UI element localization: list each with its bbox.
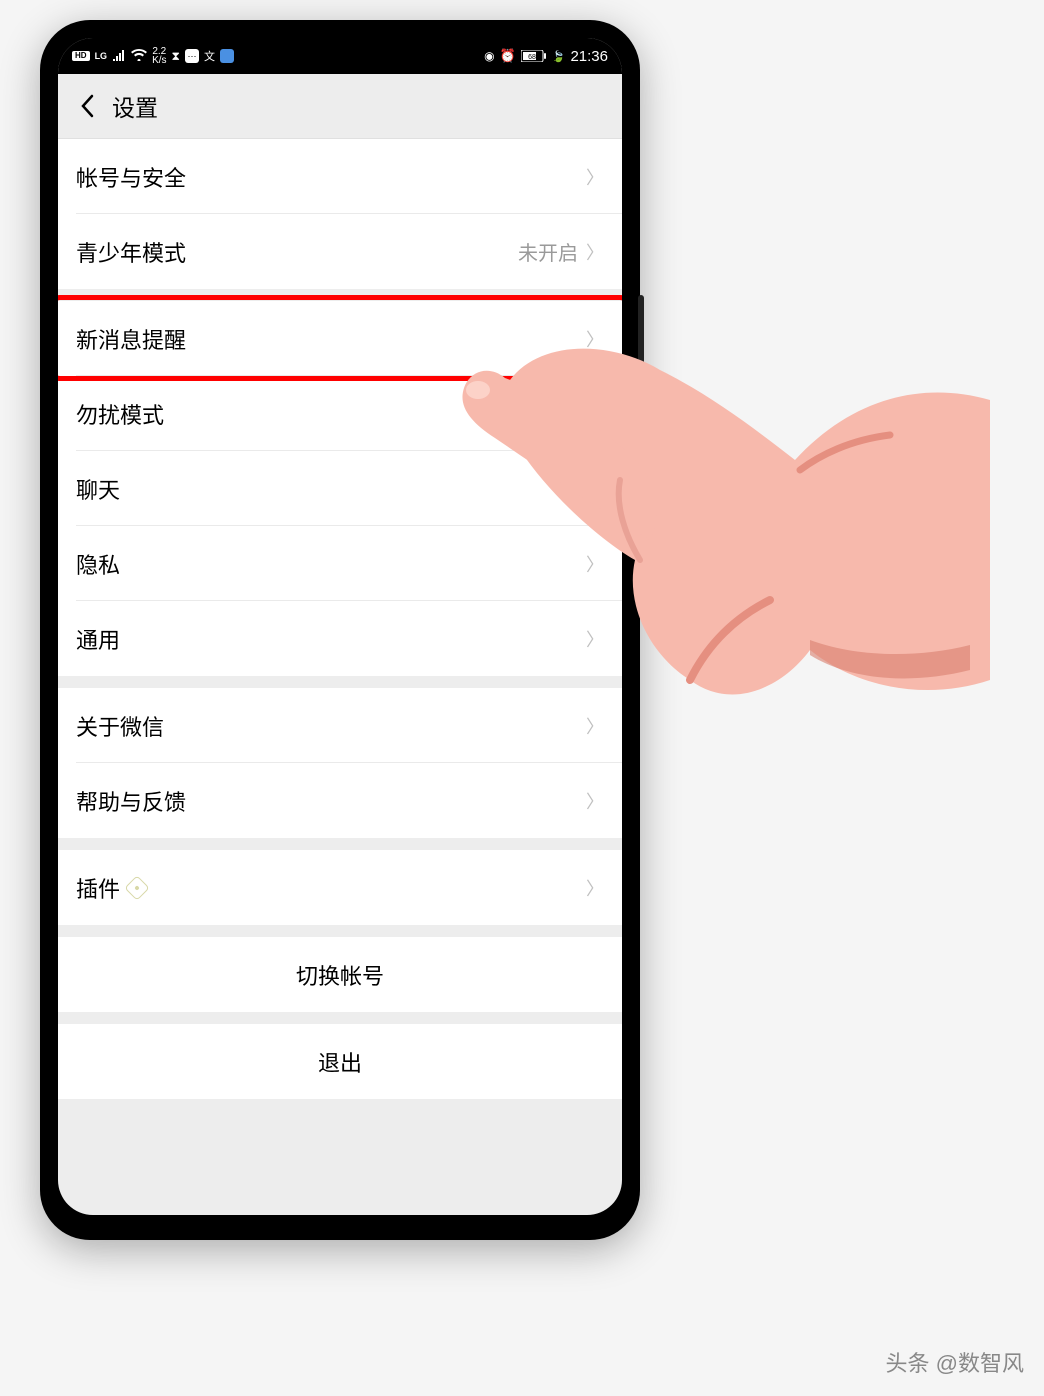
status-left: HD LG 2.2 K/s ⧗ ⋯ 文 [72, 47, 234, 65]
settings-group-actions: 切换帐号 [58, 937, 622, 1012]
status-bar: HD LG 2.2 K/s ⧗ ⋯ 文 ◉ ⏰ [58, 38, 622, 74]
chevron-right-icon: 〉 [586, 626, 604, 652]
wifi-icon [131, 49, 147, 64]
page-title: 设置 [112, 89, 158, 123]
leaf-icon: 🍃 [552, 50, 566, 63]
phone-side-button [638, 295, 644, 395]
settings-item-new-message[interactable]: 新消息提醒 〉 [58, 301, 622, 376]
app-icon-1: ⋯ [185, 49, 199, 63]
network-label: LG [95, 51, 108, 61]
plugin-badge-icon [124, 875, 149, 900]
network-speed: 2.2 K/s [152, 47, 166, 65]
chevron-right-icon: 〉 [586, 239, 604, 265]
header-bar: 设置 [58, 74, 622, 139]
chevron-right-icon: 〉 [586, 788, 604, 814]
chevron-right-icon: 〉 [586, 476, 604, 502]
switch-account-button[interactable]: 切换帐号 [58, 937, 622, 1012]
settings-group-1: 帐号与安全 〉 青少年模式 未开启 〉 [58, 139, 622, 289]
settings-item-help[interactable]: 帮助与反馈 〉 [58, 763, 622, 838]
settings-item-privacy[interactable]: 隐私 〉 [58, 526, 622, 601]
hourglass-icon: ⧗ [172, 49, 180, 64]
chevron-right-icon: 〉 [586, 713, 604, 739]
settings-group-2: 新消息提醒 〉 勿扰模式 〉 聊天 〉 隐私 〉 通用 〉 [58, 301, 622, 676]
settings-item-plugins[interactable]: 插件 〉 [58, 850, 622, 925]
hd-icon: HD [72, 51, 90, 61]
settings-item-youth-mode[interactable]: 青少年模式 未开启 〉 [58, 214, 622, 289]
settings-item-account-security[interactable]: 帐号与安全 〉 [58, 139, 622, 214]
svg-text:68: 68 [528, 54, 536, 61]
settings-group-4: 插件 〉 [58, 850, 622, 925]
settings-item-chat[interactable]: 聊天 〉 [58, 451, 622, 526]
settings-item-dnd[interactable]: 勿扰模式 〉 [58, 376, 622, 451]
battery-icon: 68 [521, 50, 547, 62]
app-icon-2: 文 [204, 48, 215, 64]
chevron-right-icon: 〉 [586, 551, 604, 577]
back-button[interactable] [66, 85, 108, 127]
phone-screen: HD LG 2.2 K/s ⧗ ⋯ 文 ◉ ⏰ [58, 38, 622, 1215]
chevron-right-icon: 〉 [586, 401, 604, 427]
settings-group-3: 关于微信 〉 帮助与反馈 〉 [58, 688, 622, 838]
chevron-right-icon: 〉 [586, 164, 604, 190]
eye-icon: ◉ [484, 49, 494, 63]
phone-frame: HD LG 2.2 K/s ⧗ ⋯ 文 ◉ ⏰ [40, 20, 640, 1240]
alarm-icon: ⏰ [500, 48, 516, 64]
settings-group-logout: 退出 [58, 1024, 622, 1099]
signal-icon [112, 49, 126, 64]
chevron-right-icon: 〉 [586, 326, 604, 352]
logout-button[interactable]: 退出 [58, 1024, 622, 1099]
chevron-right-icon: 〉 [586, 875, 604, 901]
watermark: 头条 @数智风 [886, 1346, 1024, 1378]
clock: 21:36 [570, 48, 608, 65]
settings-item-general[interactable]: 通用 〉 [58, 601, 622, 676]
status-right: ◉ ⏰ 68 🍃 21:36 [484, 48, 608, 65]
settings-item-about[interactable]: 关于微信 〉 [58, 688, 622, 763]
settings-content: 帐号与安全 〉 青少年模式 未开启 〉 新消息提醒 〉 勿扰模式 〉 [58, 139, 622, 1099]
app-icon-3 [220, 49, 234, 63]
